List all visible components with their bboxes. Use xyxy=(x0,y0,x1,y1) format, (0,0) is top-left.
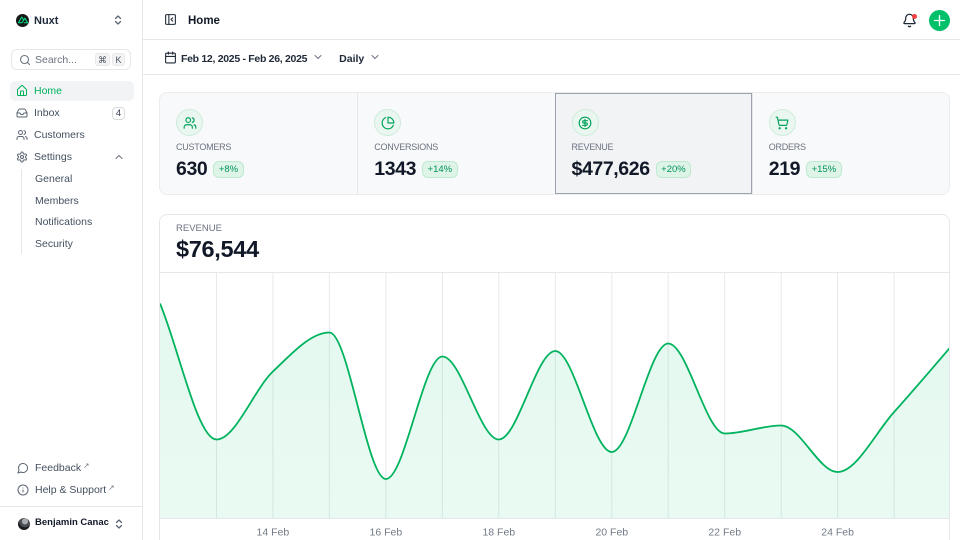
svg-text:20 Feb: 20 Feb xyxy=(595,527,628,539)
svg-text:22 Feb: 22 Feb xyxy=(708,527,741,539)
svg-text:24 Feb: 24 Feb xyxy=(821,527,854,539)
svg-text:16 Feb: 16 Feb xyxy=(370,527,403,539)
svg-text:14 Feb: 14 Feb xyxy=(257,527,290,539)
svg-text:18 Feb: 18 Feb xyxy=(482,527,515,539)
